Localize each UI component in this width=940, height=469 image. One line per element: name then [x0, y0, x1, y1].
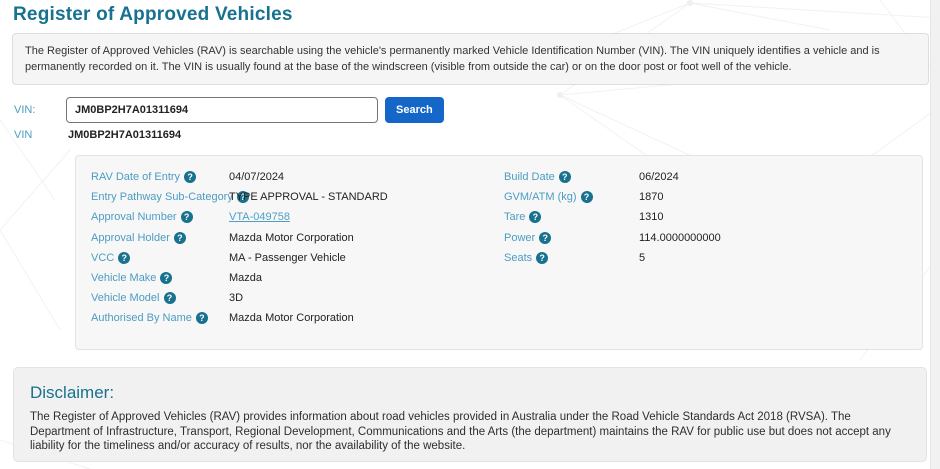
help-icon[interactable]: ? [160, 272, 172, 284]
rav-search-page: Register of Approved Vehicles The Regist… [0, 0, 940, 469]
field-label: Tare [504, 211, 525, 223]
help-icon[interactable]: ? [164, 292, 176, 304]
details-column-left: RAV Date of Entry ? 04/07/2024 Entry Pat… [91, 167, 499, 329]
vin-search-input[interactable] [66, 97, 378, 123]
field-label: Approval Number [91, 211, 177, 223]
approval-number-link[interactable]: VTA-049758 [229, 211, 290, 223]
page-right-gutter [930, 0, 940, 469]
help-icon[interactable]: ? [181, 211, 193, 223]
field-label: Vehicle Model [91, 292, 160, 304]
field-vehicle-make: Vehicle Make ? Mazda [91, 268, 499, 288]
vehicle-details-panel: RAV Date of Entry ? 04/07/2024 Entry Pat… [75, 155, 923, 350]
vin-result-label: VIN [14, 129, 32, 141]
field-gvm-atm: GVM/ATM (kg) ? 1870 [504, 187, 909, 207]
field-label: Build Date [504, 171, 555, 183]
intro-infobox: The Register of Approved Vehicles (RAV) … [12, 33, 929, 85]
field-value: 06/2024 [639, 171, 679, 183]
field-value: 1310 [639, 211, 663, 223]
field-entry-pathway-sub-category: Entry Pathway Sub-Category ? TYPE APPROV… [91, 187, 499, 207]
vin-search-label: VIN: [14, 104, 35, 116]
field-value: Mazda Motor Corporation [229, 312, 354, 324]
vin-result-value: JM0BP2H7A01311694 [68, 129, 181, 141]
field-label: GVM/ATM (kg) [504, 191, 577, 203]
help-icon[interactable]: ? [536, 252, 548, 264]
field-label: Authorised By Name [91, 312, 192, 324]
field-value: 114.0000000000 [639, 232, 721, 244]
field-value: 5 [639, 252, 645, 264]
field-value: Mazda [229, 272, 262, 284]
field-value: TYPE APPROVAL - STANDARD [229, 191, 388, 203]
field-value: Mazda Motor Corporation [229, 232, 354, 244]
field-authorised-by-name: Authorised By Name ? Mazda Motor Corpora… [91, 308, 499, 328]
field-value: 1870 [639, 191, 663, 203]
details-column-right: Build Date ? 06/2024 GVM/ATM (kg) ? 1870… [504, 167, 909, 268]
field-value: 04/07/2024 [229, 171, 284, 183]
disclaimer-text: The Register of Approved Vehicles (RAV) … [30, 410, 910, 454]
help-icon[interactable]: ? [196, 312, 208, 324]
help-icon[interactable]: ? [539, 232, 551, 244]
field-label: Power [504, 232, 535, 244]
field-seats: Seats ? 5 [504, 248, 909, 268]
field-label: RAV Date of Entry [91, 171, 180, 183]
field-vcc: VCC ? MA - Passenger Vehicle [91, 248, 499, 268]
field-approval-holder: Approval Holder ? Mazda Motor Corporatio… [91, 228, 499, 248]
search-button[interactable]: Search [385, 97, 444, 123]
field-vehicle-model: Vehicle Model ? 3D [91, 288, 499, 308]
help-icon[interactable]: ? [581, 191, 593, 203]
field-label: Approval Holder [91, 232, 170, 244]
field-rav-date-of-entry: RAV Date of Entry ? 04/07/2024 [91, 167, 499, 187]
field-label: Seats [504, 252, 532, 264]
intro-text: The Register of Approved Vehicles (RAV) … [25, 45, 880, 73]
field-build-date: Build Date ? 06/2024 [504, 167, 909, 187]
field-tare: Tare ? 1310 [504, 207, 909, 227]
field-value: 3D [229, 292, 243, 304]
disclaimer-heading: Disclaimer: [30, 383, 910, 403]
field-label: Entry Pathway Sub-Category [91, 191, 233, 203]
help-icon[interactable]: ? [529, 211, 541, 223]
help-icon[interactable]: ? [184, 171, 196, 183]
help-icon[interactable]: ? [174, 232, 186, 244]
field-approval-number: Approval Number ? VTA-049758 [91, 207, 499, 227]
help-icon[interactable]: ? [559, 171, 571, 183]
page-title: Register of Approved Vehicles [13, 4, 293, 26]
field-power: Power ? 114.0000000000 [504, 228, 909, 248]
field-label: Vehicle Make [91, 272, 156, 284]
help-icon[interactable]: ? [118, 252, 130, 264]
disclaimer-section: Disclaimer: The Register of Approved Veh… [13, 367, 927, 462]
field-value: MA - Passenger Vehicle [229, 252, 346, 264]
field-label: VCC [91, 252, 114, 264]
